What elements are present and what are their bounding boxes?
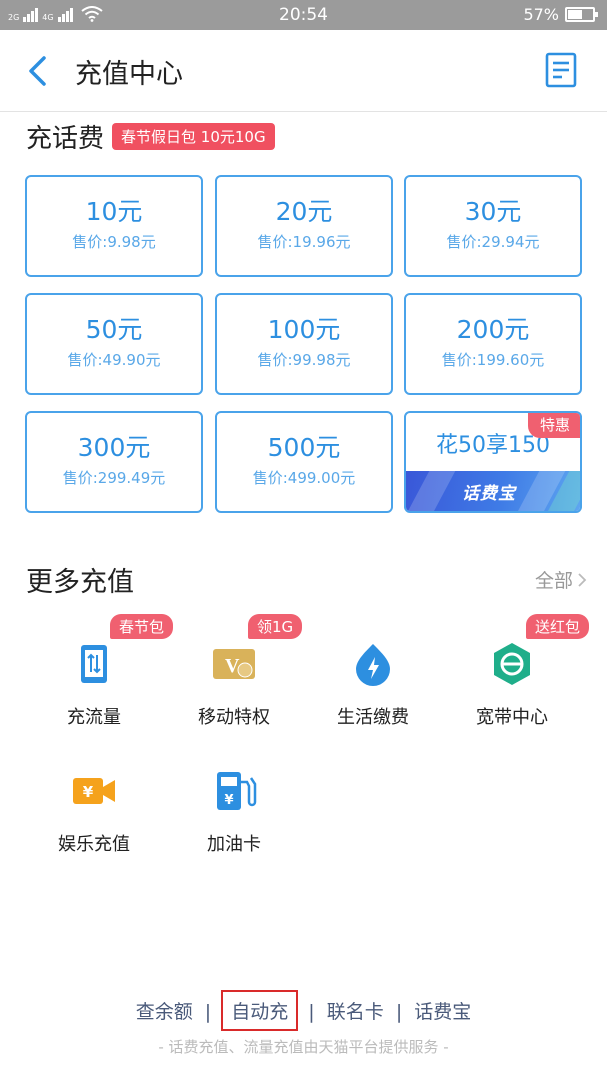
huafeibao-logo: 话费宝 bbox=[462, 484, 516, 504]
card-amount: 200元 bbox=[456, 315, 530, 344]
service-label: 充流量 bbox=[67, 707, 121, 728]
utility-drop-icon bbox=[356, 644, 390, 686]
view-all-link[interactable]: 全部 bbox=[535, 566, 587, 593]
card-amount: 20元 bbox=[275, 197, 333, 226]
recharge-card-50[interactable]: 50元 售价:49.90元 bbox=[25, 293, 203, 395]
footer-separator: | bbox=[395, 1001, 403, 1023]
service-utility-payment[interactable]: 生活缴费 bbox=[303, 641, 443, 729]
service-label: 生活缴费 bbox=[337, 707, 409, 728]
footer-links: 查余额 | 自动充 | 联名卡 | 话费宝 bbox=[0, 990, 607, 1031]
huafeibao-banner: 话费宝 bbox=[406, 471, 580, 511]
recharge-card-200[interactable]: 200元 售价:199.60元 bbox=[404, 293, 582, 395]
svg-text:V: V bbox=[225, 655, 240, 677]
special-offer-card[interactable]: 特惠 花50享150 话费宝 bbox=[404, 411, 582, 513]
special-badge: 特惠 bbox=[527, 413, 580, 438]
card-amount: 300元 bbox=[77, 433, 151, 462]
card-price: 售价:29.94元 bbox=[446, 233, 540, 251]
status-time: 20:54 bbox=[279, 5, 328, 25]
footer-separator: | bbox=[308, 1001, 315, 1023]
card-amount: 30元 bbox=[464, 197, 522, 226]
service-fuel-card[interactable]: ¥ 加油卡 bbox=[164, 768, 304, 856]
view-all-label: 全部 bbox=[534, 570, 573, 592]
card-price: 售价:19.96元 bbox=[257, 233, 351, 251]
service-entertainment[interactable]: ¥ 娱乐充值 bbox=[24, 768, 164, 856]
broadband-icon bbox=[494, 643, 530, 685]
status-bar: 2G 4G 20:54 57% bbox=[0, 0, 607, 30]
card-price: 售价:199.60元 bbox=[441, 351, 545, 369]
chevron-left-icon[interactable] bbox=[20, 52, 54, 90]
service-data-traffic[interactable]: 充流量 bbox=[24, 641, 164, 729]
card-amount: 10元 bbox=[85, 197, 143, 226]
recharge-card-100[interactable]: 100元 售价:99.98元 bbox=[215, 293, 393, 395]
footer-separator: | bbox=[204, 1001, 212, 1023]
service-badge: 送红包 bbox=[526, 614, 590, 639]
service-label: 娱乐充值 bbox=[58, 834, 130, 855]
recharge-card-30[interactable]: 30元 售价:29.94元 bbox=[404, 175, 582, 277]
card-price: 售价:99.98元 bbox=[257, 351, 351, 369]
chevron-right-icon bbox=[578, 572, 587, 587]
recharge-card-300[interactable]: 300元 售价:299.49元 bbox=[25, 411, 203, 513]
recharge-card-20[interactable]: 20元 售价:19.96元 bbox=[215, 175, 393, 277]
card-amount: 500元 bbox=[267, 433, 341, 462]
card-price: 售价:9.98元 bbox=[72, 233, 156, 251]
card-amount: 100元 bbox=[267, 315, 341, 344]
service-label: 宽带中心 bbox=[476, 707, 548, 728]
card-price: 售价:49.90元 bbox=[67, 351, 161, 369]
battery-indicator: 57% bbox=[523, 5, 598, 24]
footer-note: - 话费充值、流量充值由天猫平台提供服务 - bbox=[158, 1038, 449, 1056]
battery-percent: 57% bbox=[523, 5, 559, 24]
promo-badge[interactable]: 春节假日包 10元10G bbox=[112, 123, 275, 150]
recharge-card-500[interactable]: 500元 售价:499.00元 bbox=[215, 411, 393, 513]
more-recharge-title: 更多充值 bbox=[26, 567, 134, 598]
fuel-pump-icon: ¥ bbox=[217, 772, 257, 810]
battery-icon bbox=[565, 7, 598, 22]
check-balance-link[interactable]: 查余额 bbox=[136, 997, 193, 1024]
card-price: 售价:299.49元 bbox=[62, 469, 166, 487]
auto-recharge-link[interactable]: 自动充 bbox=[221, 990, 299, 1031]
svg-text:¥: ¥ bbox=[224, 793, 233, 808]
service-mobile-privilege[interactable]: V 移动特权 bbox=[164, 641, 304, 729]
top-header: 充值中心 bbox=[0, 30, 607, 112]
recharge-card-10[interactable]: 10元 售价:9.98元 bbox=[25, 175, 203, 277]
huafeibao-link[interactable]: 话费宝 bbox=[414, 997, 471, 1024]
bill-list-icon[interactable] bbox=[543, 52, 579, 88]
privilege-card-icon: V bbox=[213, 649, 255, 679]
recharge-title: 充话费 bbox=[26, 124, 105, 154]
service-badge: 春节包 bbox=[110, 614, 174, 639]
card-price: 售价:499.00元 bbox=[252, 469, 356, 487]
service-label: 加油卡 bbox=[207, 834, 261, 855]
card-amount: 50元 bbox=[85, 315, 143, 344]
service-broadband[interactable]: 宽带中心 bbox=[442, 641, 582, 729]
recharge-title-row: 充话费 春节假日包 10元10G bbox=[26, 118, 275, 155]
page-title: 充值中心 bbox=[75, 59, 183, 90]
service-badge: 领1G bbox=[248, 614, 303, 639]
video-camera-icon: ¥ bbox=[73, 778, 115, 804]
svg-text:¥: ¥ bbox=[83, 783, 94, 801]
service-label: 移动特权 bbox=[198, 707, 270, 728]
data-traffic-icon bbox=[81, 645, 107, 683]
co-branded-card-link[interactable]: 联名卡 bbox=[327, 997, 384, 1024]
